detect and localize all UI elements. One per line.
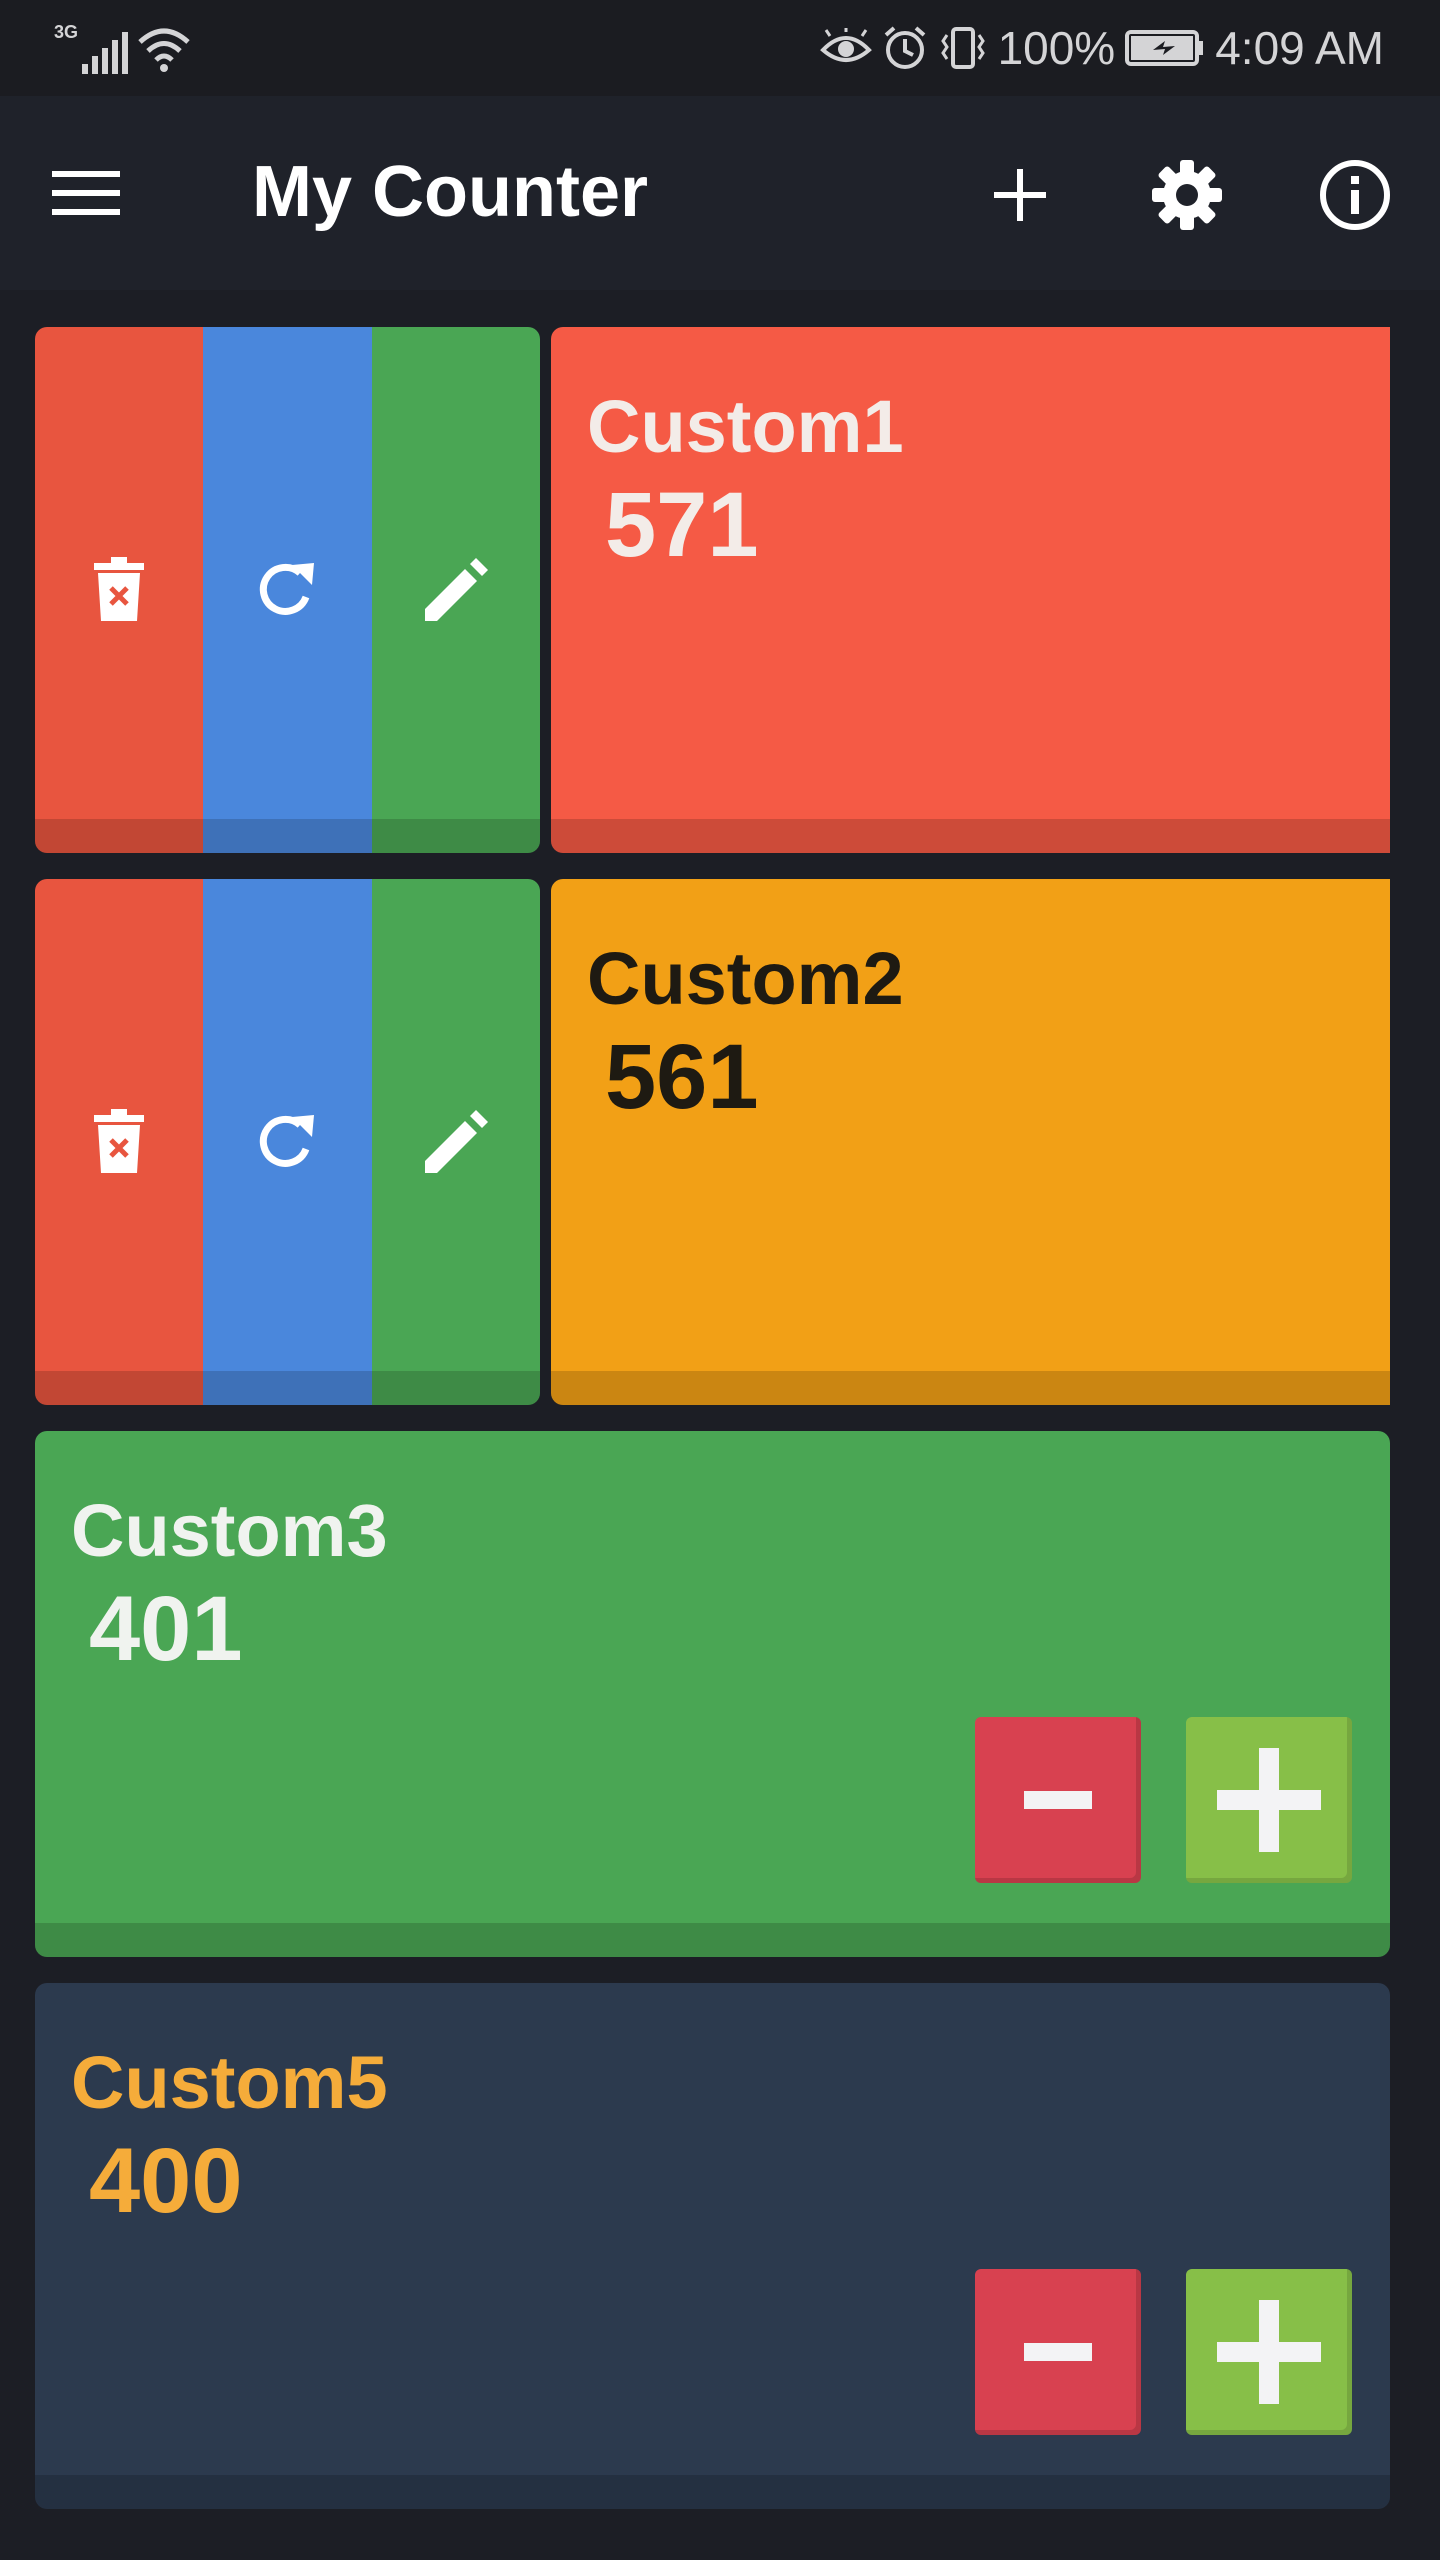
button-shadow — [371, 819, 540, 853]
pencil-icon — [424, 1110, 488, 1173]
page-title: My Counter — [252, 152, 648, 232]
network-type: 3G — [54, 22, 79, 42]
button-shadow — [203, 1371, 372, 1405]
card-shadow — [551, 1371, 1390, 1405]
clock: 4:09 AM — [1215, 22, 1384, 74]
trash-icon — [94, 557, 145, 621]
refresh-icon — [260, 563, 315, 615]
counter-name: Custom1 — [587, 385, 904, 468]
settings-button[interactable] — [1142, 150, 1232, 240]
decrement-button[interactable] — [975, 2269, 1141, 2435]
plus-icon — [994, 169, 1046, 221]
card-shadow — [35, 1923, 1390, 1957]
delete-counter-button[interactable] — [35, 879, 204, 1405]
plus-icon — [1217, 1748, 1321, 1852]
signal-icon — [82, 32, 128, 74]
counter-card-2[interactable]: Custom2 561 — [551, 879, 1390, 1405]
reset-counter-button[interactable] — [203, 879, 372, 1405]
alarm-icon — [884, 26, 925, 69]
edit-counter-button[interactable] — [371, 879, 540, 1405]
status-bar: 3G 100% 4:09 AM — [0, 0, 1440, 96]
app-bar: My Counter — [0, 96, 1440, 290]
card-shadow — [35, 2475, 1390, 2509]
vibrate-icon — [940, 27, 985, 69]
gear-icon — [1152, 160, 1222, 230]
eye-icon — [819, 28, 872, 62]
battery-percent: 100% — [997, 22, 1116, 74]
counter-actions-1 — [35, 327, 540, 853]
button-shadow — [35, 1371, 204, 1405]
pencil-icon — [424, 558, 488, 621]
button-shadow — [203, 819, 372, 853]
counter-name: Custom5 — [71, 2041, 388, 2124]
counter-value: 561 — [605, 1026, 759, 1128]
menu-button[interactable] — [52, 158, 142, 228]
refresh-icon — [260, 1115, 315, 1167]
minus-icon — [1024, 2343, 1092, 2361]
increment-button[interactable] — [1186, 1717, 1352, 1883]
card-shadow — [551, 819, 1390, 853]
counter-value: 571 — [605, 474, 759, 576]
delete-counter-button[interactable] — [35, 327, 204, 853]
counter-card-1[interactable]: Custom1 571 — [551, 327, 1390, 853]
reset-counter-button[interactable] — [203, 327, 372, 853]
decrement-button[interactable] — [975, 1717, 1141, 1883]
button-shadow — [371, 1371, 540, 1405]
edit-counter-button[interactable] — [371, 327, 540, 853]
info-button[interactable] — [1310, 150, 1400, 240]
counter-value: 401 — [89, 1578, 243, 1680]
add-counter-button[interactable] — [975, 150, 1065, 240]
status-right: 100% 4:09 AM — [819, 18, 1384, 78]
counter-actions-2 — [35, 879, 540, 1405]
menu-icon — [52, 171, 120, 215]
increment-button[interactable] — [1186, 2269, 1352, 2435]
minus-icon — [1024, 1791, 1092, 1809]
info-icon — [1320, 160, 1390, 230]
wifi-icon — [138, 28, 190, 72]
counter-card-3[interactable]: Custom3 401 — [35, 1431, 1390, 1957]
trash-icon — [94, 1109, 145, 1173]
counter-name: Custom2 — [587, 937, 904, 1020]
plus-icon — [1217, 2300, 1321, 2404]
counter-name: Custom3 — [71, 1489, 388, 1572]
button-shadow — [35, 819, 204, 853]
counter-card-4[interactable]: Custom5 400 — [35, 1983, 1390, 2509]
counter-value: 400 — [89, 2130, 243, 2232]
battery-icon — [1125, 30, 1204, 66]
